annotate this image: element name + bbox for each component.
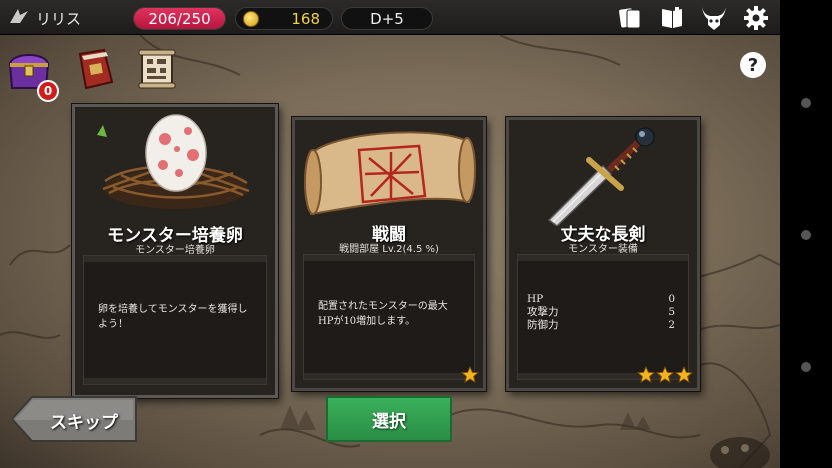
player-name: リリス: [36, 9, 82, 28]
skip-label: スキップ: [50, 413, 118, 433]
card-subtitle: 戦闘部屋 Lv.2(4.5 %): [339, 244, 439, 255]
card-description-box: 卵を培養してモンスターを獲得しよう！: [83, 255, 267, 385]
nav-dot[interactable]: [801, 230, 811, 240]
help-button[interactable]: ?: [740, 52, 766, 78]
spellbook-icon[interactable]: [72, 46, 118, 92]
chest-badge: 0: [37, 80, 59, 102]
reward-card-egg[interactable]: モンスター培養卵 モンスター培養卵 卵を培養してモンスターを獲得しよう！: [72, 104, 278, 398]
card-description-box: 配置されたモンスターの最大HPが10増加します。: [303, 254, 475, 380]
gold-counter: 168: [235, 7, 333, 30]
gear-icon[interactable]: [742, 4, 770, 32]
cards-icon[interactable]: [616, 4, 644, 32]
card-description: 卵を培養してモンスターを獲得しよう！: [98, 304, 248, 330]
reward-card-battle[interactable]: 戦闘 戦闘部屋 Lv.2(4.5 %) 配置されたモンスターの最大HPが10増加…: [292, 117, 486, 391]
monster-egg-icon: [93, 111, 259, 211]
stats-list: HP 0 攻撃力 5 防御力 2: [527, 293, 675, 332]
stat-row: 攻撃力 5: [527, 306, 675, 318]
star-icon: [675, 366, 693, 384]
star-rating: [637, 366, 693, 384]
scroll-map-icon[interactable]: [134, 46, 180, 92]
demon-head-icon[interactable]: [700, 4, 728, 32]
player-info: リリス: [8, 7, 81, 29]
nav-dot[interactable]: [801, 98, 811, 108]
nav-dot[interactable]: [801, 362, 811, 372]
long-sword-icon: [529, 126, 679, 227]
select-button[interactable]: 選択: [326, 396, 452, 442]
top-bar: リリス 206/250 168 D+5: [0, 0, 780, 35]
star-icon: [637, 366, 655, 384]
star-icon: [461, 366, 479, 384]
card-description: 配置されたモンスターの最大HPが10増加します。: [318, 301, 448, 327]
star-icon: [656, 366, 674, 384]
reward-card-sword[interactable]: 丈夫な長剣 モンスター装備 HP 0 攻撃力 5 防御力 2: [506, 117, 700, 391]
wing-emblem-icon: [8, 7, 30, 29]
book-icon[interactable]: [658, 4, 686, 32]
card-subtitle: モンスター装備: [568, 244, 638, 255]
system-nav-bar: [780, 0, 832, 468]
coin-icon: [243, 11, 259, 27]
gold-amount: 168: [291, 9, 320, 28]
stat-row: 防御力 2: [527, 319, 675, 331]
skip-button[interactable]: スキップ: [12, 396, 138, 442]
star-rating: [461, 366, 479, 384]
hp-counter: 206/250: [133, 7, 226, 30]
day-counter: D+5: [341, 7, 433, 30]
card-subtitle: モンスター培養卵: [135, 245, 215, 256]
stat-row: HP 0: [527, 293, 675, 305]
battle-scroll-icon: [299, 122, 479, 222]
